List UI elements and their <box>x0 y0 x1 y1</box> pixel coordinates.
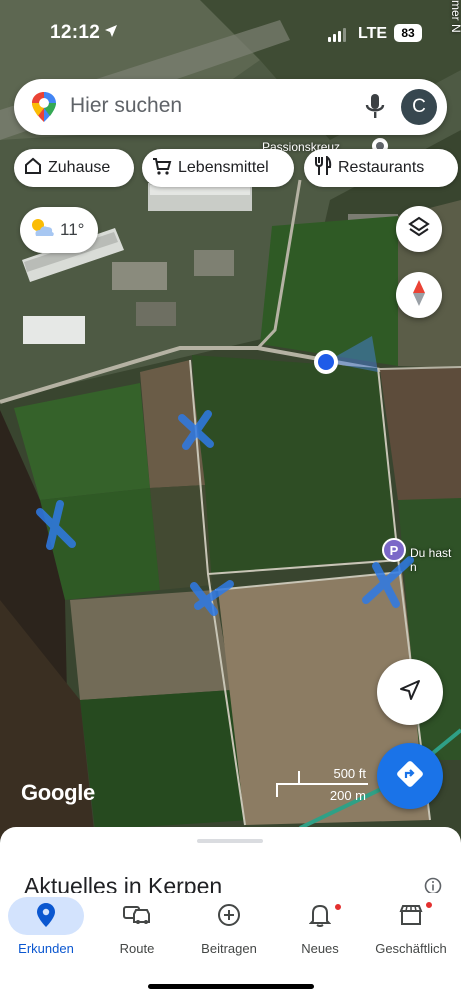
compass-icon <box>412 279 426 312</box>
nav-neues[interactable]: Neues <box>274 893 366 963</box>
nav-label: Erkunden <box>18 941 74 956</box>
status-time: 12:12 <box>50 22 101 43</box>
my-location-button[interactable] <box>377 659 443 725</box>
partly-cloudy-icon <box>28 216 56 245</box>
nav-label: Route <box>119 941 155 956</box>
home-icon <box>24 157 42 180</box>
mic-icon[interactable] <box>365 93 385 126</box>
maps-pin-icon <box>32 92 56 127</box>
chip-restaurants[interactable]: Restaurants <box>304 149 458 187</box>
directions-button[interactable] <box>377 743 443 809</box>
sheet-drag-handle[interactable] <box>197 839 263 843</box>
navigation-arrow-icon <box>398 678 422 707</box>
weather-chip[interactable]: 11° <box>20 207 98 253</box>
location-arrow-icon <box>104 24 118 43</box>
chip-label: Restaurants <box>338 159 425 176</box>
layers-icon <box>407 215 431 244</box>
signal-icon <box>328 28 346 42</box>
svg-text:P: P <box>390 543 399 558</box>
chip-label: Lebensmittel <box>178 159 269 176</box>
notification-badge <box>334 903 342 911</box>
store-icon <box>399 903 423 930</box>
search-input[interactable]: Hier suchen <box>70 94 182 118</box>
parking-label[interactable]: Du hast n <box>410 546 461 574</box>
network-type: LTE <box>358 25 388 42</box>
nav-erkunden[interactable]: Erkunden <box>0 893 92 963</box>
home-indicator[interactable] <box>148 984 314 989</box>
car-icon <box>123 903 151 930</box>
explore-pin-icon <box>37 902 55 930</box>
chip-zuhause[interactable]: Zuhause <box>14 149 134 187</box>
temperature: 11° <box>60 220 85 239</box>
nav-route[interactable]: Route <box>91 893 183 963</box>
scale-metric: 200 m <box>329 788 366 803</box>
nav-label: Neues <box>301 941 339 956</box>
layers-button[interactable] <box>396 206 442 252</box>
status-bar: 12:12 LTE 83 <box>0 0 461 70</box>
avatar[interactable]: C <box>401 89 437 125</box>
scale-imperial: 500 ft <box>333 766 366 781</box>
chip-lebensmittel[interactable]: Lebensmittel <box>142 149 294 187</box>
nav-label: Beitragen <box>201 941 257 956</box>
battery-indicator: 83 <box>394 24 422 42</box>
bell-icon <box>308 903 332 930</box>
directions-icon <box>396 760 424 793</box>
category-chips: Zuhause Lebensmittel Restaurants <box>14 149 461 187</box>
nav-beitragen[interactable]: Beitragen <box>183 893 275 963</box>
compass-button[interactable] <box>396 272 442 318</box>
scale-bar: 500 ft 200 m <box>274 766 370 806</box>
nav-label: Geschäftlich <box>375 941 447 956</box>
chip-label: Zuhause <box>48 159 111 176</box>
google-logo: Google <box>21 780 95 805</box>
search-bar[interactable]: Hier suchen C <box>14 79 447 135</box>
cart-icon <box>152 157 172 180</box>
add-circle-icon <box>217 903 241 930</box>
restaurant-icon <box>314 154 332 181</box>
nav-geschaeftlich[interactable]: Geschäftlich <box>365 893 457 963</box>
notification-badge <box>425 901 433 909</box>
